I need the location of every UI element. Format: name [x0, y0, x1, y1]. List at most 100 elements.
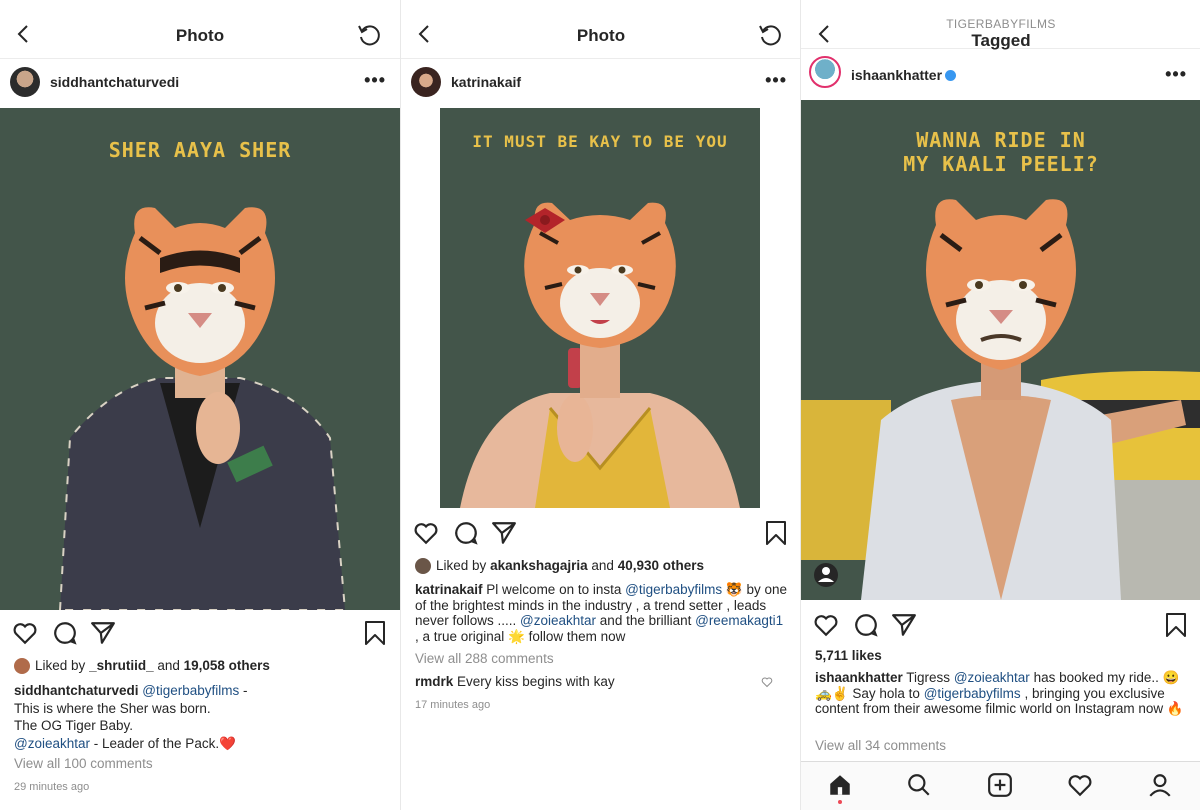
mention-link[interactable]: @zoieakhtar [520, 613, 596, 628]
page-title: Tagged [971, 31, 1031, 50]
comment-icon[interactable] [453, 520, 479, 546]
username[interactable]: ishaankhatter [851, 67, 957, 83]
post-actions [0, 620, 400, 656]
post-header: siddhantchaturvedi ••• [0, 58, 400, 106]
comment-icon[interactable] [52, 620, 78, 646]
comment-username[interactable]: rmdrk [415, 674, 453, 689]
top-bar: TIGERBABYFILMS Tagged [801, 0, 1200, 50]
more-options-button[interactable]: ••• [364, 70, 386, 91]
avatar[interactable] [10, 67, 40, 97]
bookmark-icon[interactable] [765, 520, 787, 546]
add-post-icon[interactable] [987, 772, 1013, 798]
caption-text: Say hola to [848, 685, 924, 701]
avatar[interactable] [411, 67, 441, 97]
refresh-icon[interactable] [356, 22, 382, 48]
heart-icon[interactable] [413, 520, 439, 546]
view-comments-link[interactable]: View all 288 comments [415, 651, 787, 667]
verified-badge-icon [945, 69, 957, 81]
comment-text: Every kiss begins with kay [453, 674, 615, 689]
caption-username[interactable]: ishaankhatter [815, 670, 903, 685]
more-options-button[interactable]: ••• [765, 70, 787, 91]
post-header: ishaankhatter ••• [801, 50, 1200, 98]
caption-text: and the brilliant [596, 613, 696, 628]
comment-icon[interactable] [853, 612, 879, 638]
tiger-illustration [460, 202, 740, 508]
view-comments-link[interactable]: View all 100 comments [14, 756, 386, 772]
post-panel-ishaan: TIGERBABYFILMS Tagged ishaankhatter ••• … [800, 0, 1200, 810]
tiger-illustration [801, 199, 1200, 600]
top-bar: Photo [0, 0, 400, 59]
mention-link[interactable]: @zoieakhtar [14, 736, 90, 751]
likes-count[interactable]: 5,711 likes [815, 648, 1187, 664]
post-panel-katrina: Photo katrinakaif ••• IT MUST BE KAY TO … [400, 0, 801, 810]
top-bar: Photo [401, 0, 801, 59]
mention-link[interactable]: @zoieakhtar [954, 670, 1030, 685]
page-title: Photo [175, 26, 225, 45]
post-caption: katrinakaif Pl welcome on to insta @tige… [415, 582, 787, 644]
comment-row: rmdrk Every kiss begins with kay [415, 674, 787, 690]
liked-by: Liked by akankshagajria and 40,930 other… [415, 558, 787, 575]
caption-text: - [239, 683, 248, 698]
heart-icon[interactable] [813, 612, 839, 638]
heart-icon[interactable] [1067, 772, 1093, 798]
view-comments-link[interactable]: View all 34 comments [815, 738, 1187, 754]
post-panel-siddhant: Photo siddhantchaturvedi ••• SHER AAYA S… [0, 0, 400, 810]
heart-emoji: ❤️ [219, 735, 236, 751]
post-photo[interactable]: IT MUST BE KAY TO BE YOU [440, 108, 760, 508]
fire-emoji: 🔥 [1166, 701, 1184, 716]
refresh-icon[interactable] [757, 22, 783, 48]
caption-text: has booked my ride.. [1029, 670, 1159, 685]
tiger-emoji: 🐯 [725, 582, 743, 597]
bookmark-icon[interactable] [1165, 612, 1187, 638]
send-icon[interactable] [891, 612, 917, 638]
star-emoji: 🌟 [508, 628, 525, 644]
liker-avatar [14, 658, 30, 675]
username-text: ishaankhatter [851, 67, 943, 83]
liked-by: Liked by _shrutiid_ and 19,058 others [14, 658, 386, 675]
post-photo[interactable]: WANNA RIDE IN MY KAALI PEELI? [801, 100, 1200, 600]
username[interactable]: siddhantchaturvedi [50, 74, 179, 90]
more-options-button[interactable]: ••• [1165, 64, 1187, 85]
post-photo[interactable]: SHER AAYA SHER [0, 108, 400, 610]
caption-text: The OG Tiger Baby. [14, 718, 134, 733]
send-icon[interactable] [90, 620, 116, 646]
active-dot [838, 800, 842, 804]
caption-text: , a true original [415, 628, 509, 644]
liked-by-others[interactable]: 19,058 others [184, 658, 270, 673]
liked-by-and: and [591, 558, 614, 573]
heart-icon[interactable] [761, 676, 773, 688]
liked-by-user[interactable]: akankshagajria [490, 558, 588, 573]
mention-link[interactable]: @reemakagti1 [695, 613, 783, 628]
caption-username[interactable]: katrinakaif [415, 582, 483, 597]
caption-text: Pl welcome on to insta [482, 582, 626, 597]
mention-link[interactable]: @tigerbabyfilms [142, 683, 239, 698]
post-actions [401, 520, 801, 556]
send-icon[interactable] [491, 520, 517, 546]
avatar[interactable] [809, 56, 841, 88]
liked-by-prefix: Liked by [436, 558, 487, 573]
liked-by-user[interactable]: _shrutiid_ [89, 658, 154, 673]
caption-text: follow them now [524, 628, 626, 644]
bottom-nav [801, 761, 1200, 810]
post-header: katrinakaif ••• [401, 58, 801, 106]
tiger-illustration [58, 207, 347, 610]
bookmark-icon[interactable] [364, 620, 386, 646]
profile-icon[interactable] [1147, 772, 1173, 798]
heart-icon[interactable] [12, 620, 38, 646]
caption-text: This is where the Sher was born. [14, 700, 211, 716]
home-icon[interactable] [827, 772, 853, 798]
liked-by-others[interactable]: 40,930 others [618, 558, 704, 573]
username[interactable]: katrinakaif [451, 74, 521, 90]
mention-link[interactable]: @tigerbabyfilms [625, 582, 722, 597]
search-icon[interactable] [906, 772, 932, 798]
page-title: Photo [576, 26, 626, 45]
mention-link[interactable]: @tigerbabyfilms [924, 686, 1021, 701]
post-caption: siddhantchaturvedi @tigerbabyfilms - Thi… [14, 682, 386, 752]
post-caption: ishaankhatter Tigress @zoieakhtar has bo… [815, 670, 1187, 717]
caption-text: Tigress [902, 670, 954, 685]
caption-username[interactable]: siddhantchaturvedi [14, 683, 139, 698]
post-actions [801, 612, 1200, 648]
timestamp: 17 minutes ago [415, 699, 491, 711]
timestamp: 29 minutes ago [14, 781, 90, 793]
liked-by-prefix: Liked by [35, 658, 86, 673]
